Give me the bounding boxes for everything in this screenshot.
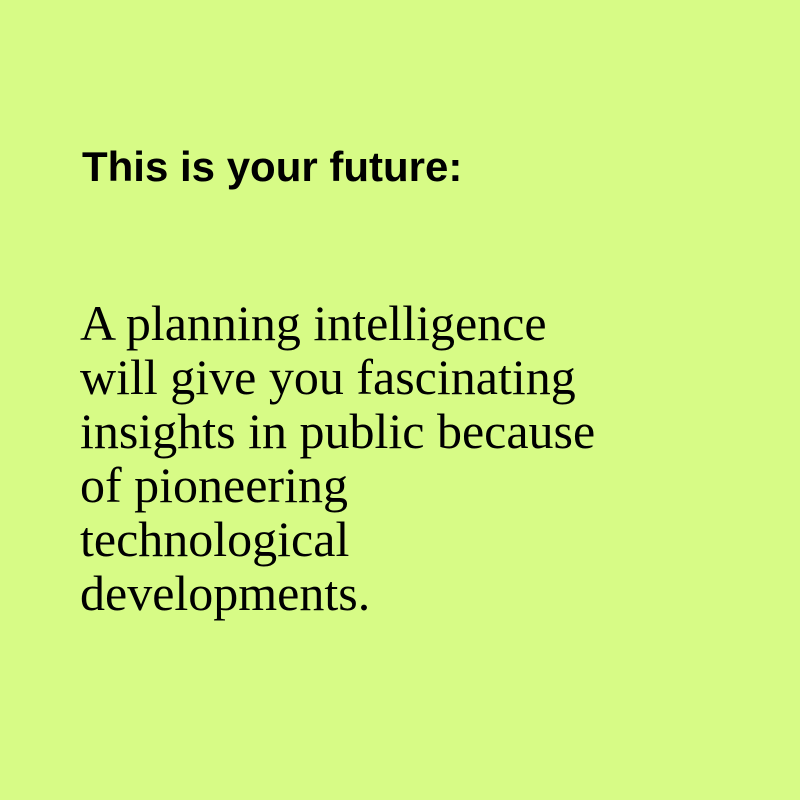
prediction-line: A planning intelligence (80, 295, 547, 351)
heading: This is your future: (82, 143, 463, 190)
prediction-line: of pioneering (80, 457, 348, 513)
prediction-line: will give you fascinating (80, 349, 576, 405)
prediction-line: developments. (80, 565, 371, 621)
prediction-line: technological (80, 511, 350, 567)
prediction-text: A planning intelligence will give you fa… (80, 296, 720, 620)
future-card: This is your future: A planning intellig… (0, 0, 800, 800)
prediction-line: insights in public because (80, 403, 596, 459)
